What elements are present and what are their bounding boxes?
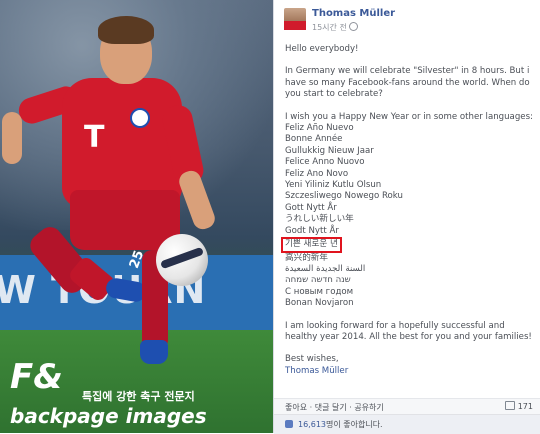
greeting-line: 高兴的新年 bbox=[285, 252, 328, 263]
player-left-forearm bbox=[2, 112, 22, 164]
languages-intro: I wish you a Happy New Year or in some o… bbox=[285, 111, 533, 122]
highlighted-korean-greeting: 기쁜 새로운 년 bbox=[281, 237, 342, 253]
post-action-bar: 좋아요 · 댓글 달기 · 공유하기 171 bbox=[274, 398, 540, 415]
post-body: Hello everybody! In Germany we will cele… bbox=[281, 44, 535, 377]
greeting-line: Gullukkig Nieuw Jaar bbox=[285, 145, 374, 156]
player-hair bbox=[98, 16, 154, 44]
sign-off: Best wishes, bbox=[285, 354, 339, 365]
greeting-line: Yeni Yiliniz Kutlu Olsun bbox=[285, 180, 382, 191]
greeting-line: うれしい新しい年 bbox=[285, 214, 354, 225]
greeting-line: Felice Anno Nuovo bbox=[285, 157, 365, 168]
greeting-line: Bonan Novjaron bbox=[285, 298, 354, 309]
watermark-brand-name: backpage images bbox=[10, 404, 207, 428]
greeting-line: С новым годом bbox=[285, 286, 354, 297]
author-avatar[interactable] bbox=[284, 8, 306, 30]
likes-text: 16,613명이 좋아합니다. bbox=[298, 419, 383, 430]
greeting-line: Bonne Année bbox=[285, 134, 343, 145]
greeting-line: Feliz Ano Novo bbox=[285, 168, 349, 179]
greeting-line: السنة الجديدة السعيدة bbox=[285, 263, 366, 274]
watermark-brand-mark: F& bbox=[10, 357, 63, 397]
share-icon bbox=[504, 401, 515, 410]
author-name-link[interactable]: Thomas Müller bbox=[312, 8, 395, 19]
greeting-line: שנה חדשה שמחה bbox=[285, 275, 351, 286]
greeting-line: Gott Nytt År bbox=[285, 202, 337, 213]
greeting-line: Feliz Año Nuevo bbox=[285, 123, 354, 134]
greeting-line: Szczesliwego Nowego Roku bbox=[285, 191, 403, 202]
intro-paragraph: In Germany we will celebrate "Silvester"… bbox=[285, 66, 530, 100]
facebook-post: Thomas Müller 15시간 전 Hello everybody! In… bbox=[273, 0, 540, 434]
greeting-line: Godt Nytt År bbox=[285, 225, 339, 236]
globe-icon bbox=[348, 22, 358, 31]
share-count-value: 171 bbox=[517, 402, 533, 411]
share-count[interactable]: 171 bbox=[504, 401, 533, 411]
timestamp-text: 15시간 전 bbox=[312, 23, 347, 32]
greeting-paragraph: Hello everybody! bbox=[285, 44, 359, 54]
thumbs-up-icon bbox=[285, 420, 293, 428]
player-right-boot bbox=[140, 340, 168, 364]
shirt-sponsor-logo: T bbox=[84, 120, 105, 155]
likes-summary: 16,613명이 좋아합니다. bbox=[274, 414, 540, 434]
club-crest-icon bbox=[130, 108, 150, 128]
player-jersey bbox=[62, 78, 182, 208]
likes-count-link[interactable]: 16,613 bbox=[298, 420, 326, 429]
signature: Thomas Müller bbox=[285, 365, 349, 376]
post-photo[interactable]: W TOURN T 25 F& 특집에 강한 축구 전문지 backpage i… bbox=[0, 0, 273, 433]
likes-suffix: 명이 좋아합니다. bbox=[326, 420, 383, 429]
watermark-tagline: 특집에 강한 축구 전문지 bbox=[82, 390, 195, 403]
post-timestamp[interactable]: 15시간 전 bbox=[312, 22, 358, 33]
closing-paragraph: I am looking forward for a hopefully suc… bbox=[285, 320, 532, 342]
like-comment-share-links[interactable]: 좋아요 · 댓글 달기 · 공유하기 bbox=[285, 402, 384, 413]
